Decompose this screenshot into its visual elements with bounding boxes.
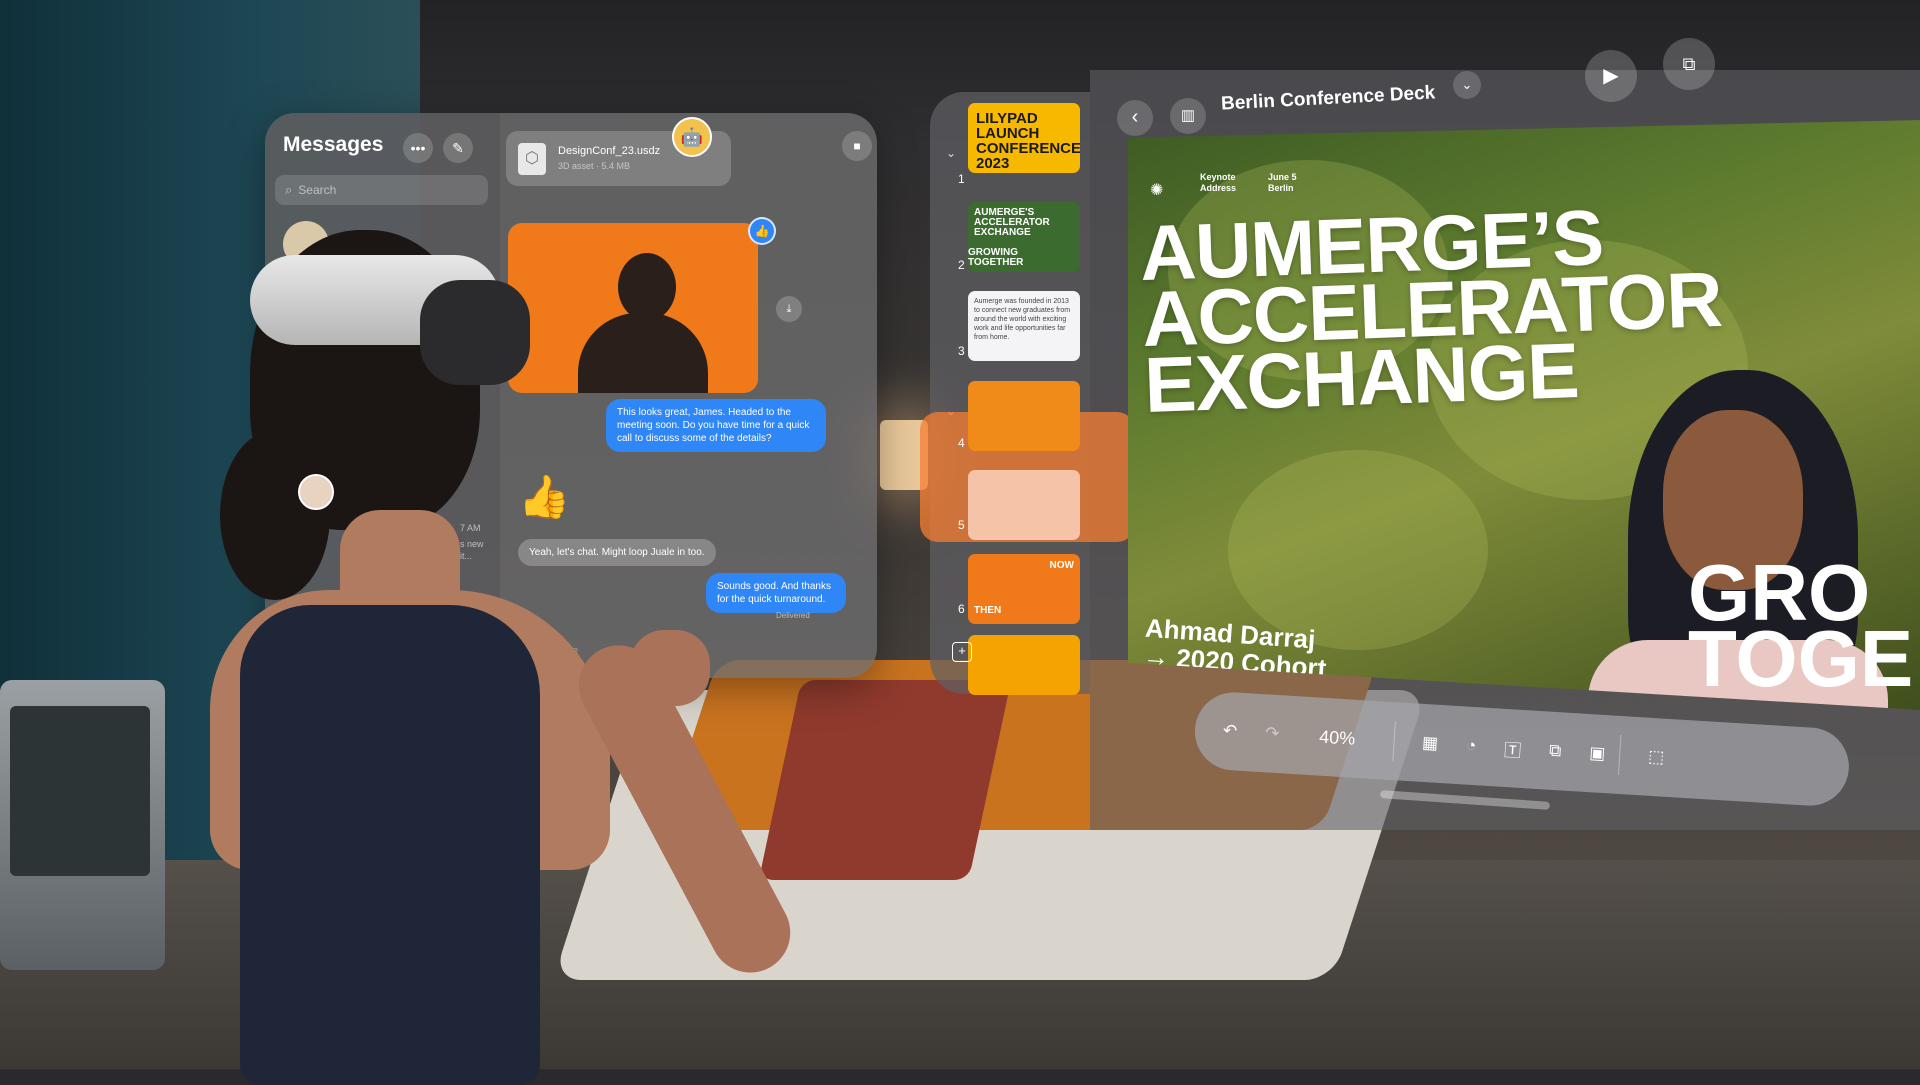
present-button[interactable]: ⧉ (1663, 38, 1715, 90)
chevron-left-icon: ‹ (1131, 106, 1139, 128)
compose-icon: ✎ (452, 139, 464, 156)
slide-number: 1 (958, 172, 965, 186)
outgoing-message: Sounds good. And thanks for the quick tu… (706, 573, 846, 613)
ellipsis-icon: ••• (410, 140, 426, 156)
bed-throw (758, 680, 1012, 880)
headset-visor (420, 280, 530, 385)
3d-file-icon: ⬡ (518, 143, 546, 175)
undo-icon[interactable]: ↶ (1222, 721, 1237, 742)
slide-thumbnail[interactable]: Aumerge was founded in 2013 to connect n… (968, 291, 1080, 361)
hand (630, 630, 710, 706)
slide-number: 3 (958, 344, 965, 358)
download-icon: ⤓ (786, 303, 792, 315)
slide-meta-date: June 5 Berlin (1268, 172, 1297, 193)
sidebar-icon: ▥ (1180, 107, 1196, 124)
slide-thumbnail[interactable] (968, 381, 1080, 451)
save-photo-button[interactable]: ⤓ (776, 296, 802, 322)
slide-thumbnail[interactable]: AUMERGE'S ACCELERATOR EXCHANGE GROWING T… (968, 202, 1080, 272)
video-camera-icon: ■ (853, 139, 861, 153)
person-with-headset (210, 210, 805, 1085)
facetime-button[interactable]: ■ (842, 131, 872, 161)
suitcase-interior (10, 706, 150, 876)
slide-thumbnail-title: AUMERGE'S ACCELERATOR EXCHANGE (974, 207, 1050, 238)
add-slide-button[interactable]: + (952, 642, 972, 662)
title-menu-button[interactable]: ⌄ (1453, 71, 1481, 99)
toolbar-divider (1618, 734, 1622, 775)
slide-headline: AUMERGE’S ACCELERATOR EXCHANGE (1138, 193, 1724, 430)
slide-thumbnail-title: NOW (1049, 560, 1074, 571)
chart-icon[interactable]: ◔ (1465, 736, 1477, 757)
file-meta: 3D asset · 5.4 MB (558, 161, 631, 171)
messages-title: Messages (283, 133, 384, 156)
slide-thumbnail[interactable]: NOW THEN (968, 554, 1080, 624)
slide-thumbnail[interactable] (968, 470, 1080, 540)
chevron-down-icon: ⌄ (1461, 77, 1473, 92)
slide-thumbnail-subtitle: THEN (974, 605, 1002, 616)
slide-thumbnail[interactable]: LILYPAD LAUNCH CONFERENCE 2023 (968, 103, 1080, 173)
sidebar-toggle-button[interactable]: ▥ (1170, 98, 1206, 134)
tank-top (240, 605, 540, 1085)
zoom-level[interactable]: 40% (1319, 726, 1356, 749)
search-placeholder: Search (298, 183, 337, 197)
media-icon[interactable]: ▣ (1589, 743, 1606, 764)
text-box-icon[interactable]: 🅃 (1504, 735, 1522, 761)
search-field[interactable]: ⌕ Search (275, 175, 488, 205)
delivered-status: Delivered (776, 611, 810, 620)
chevron-down-icon[interactable]: ⌄ (946, 146, 956, 160)
thumbs-up-reaction-icon: 👍 (748, 217, 776, 245)
back-button[interactable]: ‹ (1117, 100, 1153, 136)
redo-icon[interactable]: ↷ (1265, 723, 1280, 744)
table-icon[interactable]: ▦ (1421, 733, 1439, 754)
slide-number: 4 (958, 436, 965, 450)
outgoing-message: This looks great, James. Headed to the m… (606, 399, 826, 452)
file-name: DesignConf_23.usdz (558, 145, 661, 157)
contact-avatar[interactable]: 🤖 (672, 117, 712, 157)
more-button[interactable]: ••• (403, 133, 433, 163)
plus-icon: + (958, 643, 966, 658)
foliage (1228, 450, 1488, 650)
select-icon[interactable]: ⬚ (1648, 747, 1665, 768)
slide-number: 5 (958, 518, 965, 532)
play-icon: ▶ (1603, 65, 1619, 87)
play-button[interactable]: ▶ (1585, 50, 1637, 102)
slide-logo-icon: ✺ (1150, 182, 1164, 199)
slide-number: 2 (958, 258, 965, 272)
compose-button[interactable]: ✎ (443, 133, 473, 163)
shape-icon[interactable]: ⧉ (1549, 741, 1562, 762)
slide-number: 6 (958, 602, 965, 616)
toolbar-divider (1391, 721, 1396, 762)
slide-thumbnail-subtitle: GROWING TOGETHER (968, 247, 1024, 268)
slide-meta-event: Keynote Address (1200, 172, 1237, 193)
slide-subheadline: GRO TOGE (1688, 548, 1914, 703)
slide-canvas[interactable]: ✺ Keynote Address June 5 Berlin AUMERGE’… (1128, 120, 1920, 710)
presentation-icon: ⧉ (1682, 54, 1696, 74)
slide-thumbnail[interactable] (968, 635, 1080, 695)
memoji-avatar (298, 474, 334, 510)
search-icon: ⌕ (285, 182, 293, 197)
